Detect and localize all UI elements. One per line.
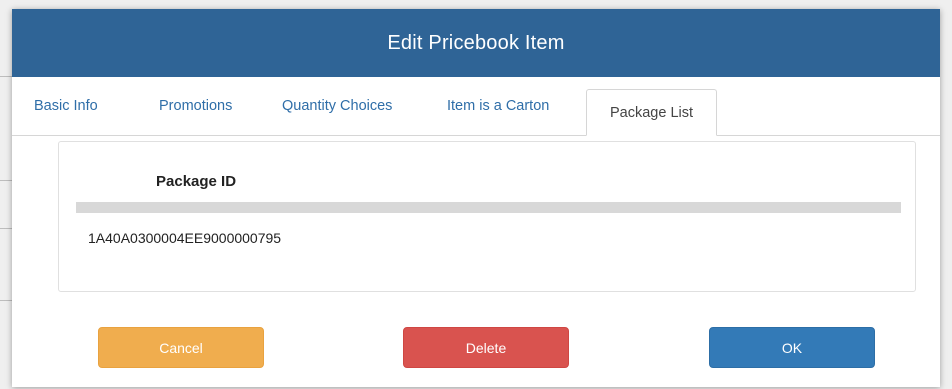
- faded-decoration: [122, 146, 125, 157]
- edit-pricebook-item-dialog: Edit Pricebook Item Basic Info Promotion…: [12, 9, 940, 387]
- tab-bar: Basic Info Promotions Quantity Choices I…: [12, 77, 940, 136]
- tab-promotions[interactable]: Promotions: [159, 77, 232, 135]
- dialog-title: Edit Pricebook Item: [387, 31, 565, 54]
- table-header-bar: [76, 202, 901, 213]
- package-list-panel: Package ID 1A40A0300004EE9000000795: [58, 141, 916, 292]
- tab-quantity-choices[interactable]: Quantity Choices: [282, 77, 392, 135]
- tab-package-list[interactable]: Package List: [586, 89, 717, 136]
- tab-basic-info[interactable]: Basic Info: [34, 77, 98, 135]
- cancel-button[interactable]: Cancel: [98, 327, 264, 368]
- ok-button[interactable]: OK: [709, 327, 875, 368]
- package-id-cell[interactable]: 1A40A0300004EE9000000795: [88, 230, 281, 246]
- dialog-header: Edit Pricebook Item: [12, 9, 940, 77]
- delete-button[interactable]: Delete: [403, 327, 569, 368]
- package-id-column-header: Package ID: [156, 173, 237, 190]
- tab-item-is-a-carton[interactable]: Item is a Carton: [447, 77, 549, 135]
